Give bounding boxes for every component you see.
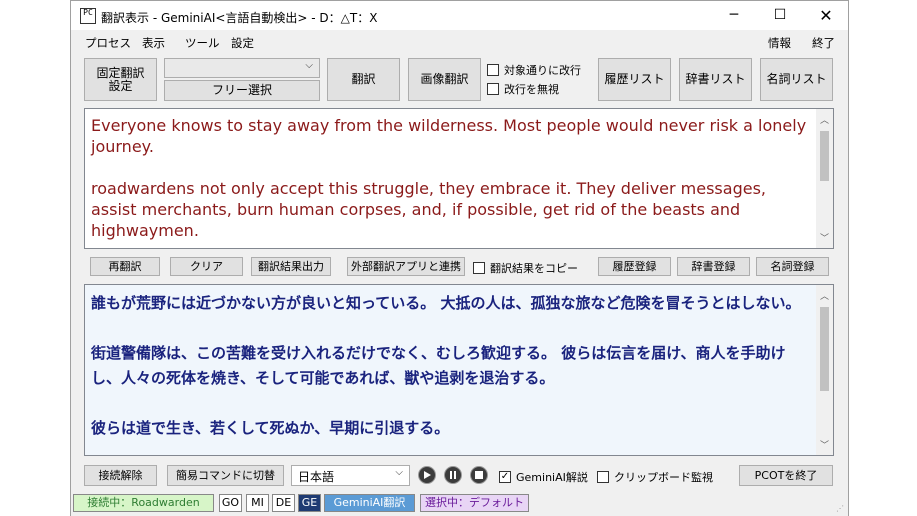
checkbox-label: 翻訳結果をコピー	[490, 262, 578, 275]
menu-settings[interactable]: 設定	[231, 35, 254, 51]
checkbox-box	[597, 471, 609, 483]
engine-de-toggle[interactable]: DE	[272, 494, 295, 512]
engine-mi-toggle[interactable]: MI	[246, 494, 269, 512]
engine-ge-toggle[interactable]: GE	[298, 494, 321, 512]
translated-text: 誰もが荒野には近づかない方が良いと知っている。 大抵の人は、孤独な旅など危険を冒…	[91, 291, 811, 455]
copy-result-checkbox[interactable]: 翻訳結果をコピー	[473, 260, 578, 276]
external-app-button[interactable]: 外部翻訳アプリと連携	[347, 257, 465, 276]
checkbox-box	[473, 262, 485, 274]
menu-info[interactable]: 情報	[768, 35, 791, 51]
scrollbar-thumb[interactable]	[820, 307, 829, 391]
checkbox-label: 改行を無視	[504, 83, 559, 96]
checkbox-label: GeminiAI解説	[516, 471, 588, 484]
close-button[interactable]: ✕	[803, 1, 849, 30]
output-result-button[interactable]: 翻訳結果出力	[251, 257, 331, 276]
dictionary-list-button[interactable]: 辞書リスト	[679, 58, 752, 101]
status-active-engine: GeminiAI翻訳	[324, 494, 415, 512]
play-icon	[424, 471, 431, 479]
source-text: Everyone knows to stay away from the wil…	[91, 115, 811, 248]
scroll-down-icon[interactable]: ﹀	[816, 231, 833, 244]
dictionary-register-button[interactable]: 辞書登録	[677, 257, 750, 276]
translation-window: PC 翻訳表示 - GeminiAI<言語自動検出> - D：△T：X ─ ☐ …	[70, 0, 849, 516]
maximize-button[interactable]: ☐	[757, 1, 803, 30]
translated-paragraph: 街道警備隊は、この苦難を受け入れるだけでなく、むしろ歓迎する。 彼らは伝言を届け…	[91, 344, 786, 387]
free-select-button[interactable]: フリー選択	[164, 80, 320, 101]
status-selection: 選択中：デフォルト	[420, 494, 529, 512]
ignore-line-break-checkbox[interactable]: 改行を無視	[487, 81, 559, 97]
retranslate-button[interactable]: 再翻訳	[90, 257, 160, 276]
menu-view[interactable]: 表示	[142, 35, 165, 51]
scroll-down-icon[interactable]: ﹀	[816, 438, 833, 451]
checkbox-label: 対象通りに改行	[504, 64, 581, 77]
source-paragraph: roadwardens not only accept this struggl…	[91, 179, 766, 240]
chevron-down-icon: ⌵	[305, 60, 313, 71]
app-icon: PC	[80, 8, 96, 24]
status-connected: 接続中：Roadwarden	[73, 494, 214, 512]
stop-button[interactable]	[470, 466, 488, 484]
translated-scrollbar[interactable]: ︿ ﹀	[816, 285, 833, 455]
engine-go-toggle[interactable]: GO	[219, 494, 242, 512]
history-register-button[interactable]: 履歴登録	[598, 257, 671, 276]
chevron-down-icon: ⌵	[395, 467, 403, 478]
noun-list-button[interactable]: 名詞リスト	[760, 58, 833, 101]
noun-register-button[interactable]: 名詞登録	[756, 257, 829, 276]
menu-exit[interactable]: 終了	[812, 35, 835, 51]
resize-grip-icon[interactable]: ⋰	[836, 504, 846, 514]
exit-pcot-button[interactable]: PCOTを終了	[739, 465, 833, 486]
language-select-value: 日本語	[298, 470, 335, 484]
pause-button[interactable]	[444, 466, 462, 484]
window-title: 翻訳表示 - GeminiAI<言語自動検出> - D：△T：X	[101, 11, 378, 25]
scroll-up-icon[interactable]: ︿	[816, 289, 833, 302]
fixed-translation-settings-button[interactable]: 固定翻訳 設定	[84, 58, 157, 101]
simple-command-button[interactable]: 簡易コマンドに切替	[167, 465, 284, 486]
checkbox-label: クリップボード監視	[614, 471, 713, 484]
checkbox-box	[487, 83, 499, 95]
translated-paragraph: 誰もが荒野には近づかない方が良いと知っている。 大抵の人は、孤独な旅など危険を冒…	[91, 294, 801, 312]
minimize-button[interactable]: ─	[711, 1, 757, 30]
menu-tools[interactable]: ツール	[185, 35, 220, 51]
clipboard-watch-checkbox[interactable]: クリップボード監視	[597, 469, 713, 485]
language-select[interactable]: 日本語 ⌵	[291, 465, 410, 486]
translation-target-dropdown[interactable]: ⌵	[164, 58, 320, 78]
gemini-explain-checkbox[interactable]: ✓ GeminiAI解説	[499, 469, 588, 485]
menu-bar: プロセス 表示 ツール 設定 情報 終了	[71, 31, 848, 53]
scroll-up-icon[interactable]: ︿	[816, 113, 833, 126]
source-text-pane[interactable]: Everyone knows to stay away from the wil…	[84, 108, 834, 249]
checkbox-box	[487, 64, 499, 76]
source-paragraph: Everyone knows to stay away from the wil…	[91, 116, 807, 156]
clear-button[interactable]: クリア	[170, 257, 243, 276]
source-scrollbar[interactable]: ︿ ﹀	[816, 109, 833, 248]
disconnect-button[interactable]: 接続解除	[84, 465, 157, 486]
translated-paragraph: 彼らは道で生き、若くして死ぬか、早期に引退する。	[91, 419, 450, 437]
checkbox-box: ✓	[499, 471, 511, 483]
line-break-as-source-checkbox[interactable]: 対象通りに改行	[487, 62, 581, 78]
menu-process[interactable]: プロセス	[85, 35, 131, 51]
stop-icon	[475, 471, 483, 479]
history-list-button[interactable]: 履歴リスト	[598, 58, 671, 101]
play-button[interactable]	[418, 466, 436, 484]
translated-text-pane[interactable]: 誰もが荒野には近づかない方が良いと知っている。 大抵の人は、孤独な旅など危険を冒…	[84, 284, 834, 456]
image-translate-button[interactable]: 画像翻訳	[408, 58, 481, 101]
pause-icon	[450, 471, 456, 479]
title-bar: PC 翻訳表示 - GeminiAI<言語自動検出> - D：△T：X ─ ☐ …	[71, 0, 848, 30]
translate-button[interactable]: 翻訳	[327, 58, 400, 101]
scrollbar-thumb[interactable]	[820, 131, 829, 181]
